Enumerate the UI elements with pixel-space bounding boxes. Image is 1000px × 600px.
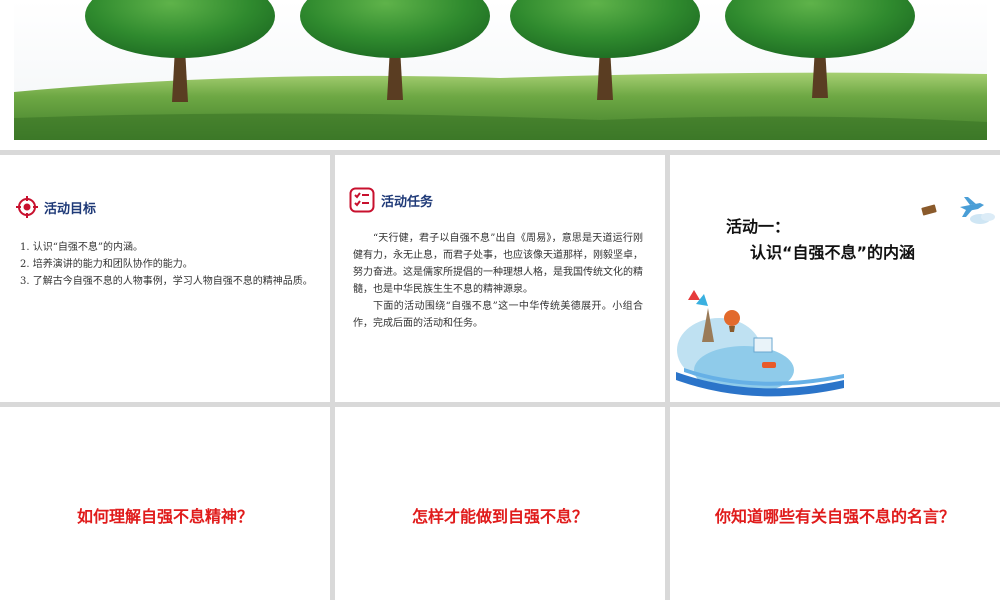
goal-item-3: 3. 了解古今自强不息的人物事例，学习人物自强不息的精神品质。 xyxy=(20,276,313,287)
goals-heading-row: 活动目标 xyxy=(16,196,96,218)
goal-item-2: 2. 培养演讲的能力和团队协作的能力。 xyxy=(20,259,193,270)
airplane-icon xyxy=(921,197,995,224)
question-1-text: 如何理解自强不息精神？ xyxy=(76,507,253,526)
target-icon xyxy=(16,196,38,218)
question-slide-3: 你知道哪些有关自强不息的名言？ xyxy=(670,407,1000,600)
activity-one-slide: 活动一： 认识“自强不息”的内涵 xyxy=(670,155,1000,402)
tasks-heading: 活动任务 xyxy=(381,194,434,210)
tasks-slide: 活动任务 “天行健，君子以自强不息”出自《周易》，意思是天道运行刚健有力，永无止… xyxy=(335,155,665,402)
checklist-icon xyxy=(349,187,375,213)
goal-item-1: 1. 认识“自强不息”的内涵。 xyxy=(20,242,143,253)
question-slide-1: 如何理解自强不息精神？ xyxy=(0,407,330,600)
travel-illustration xyxy=(676,290,844,397)
tasks-paragraph-2: 下面的活动围绕“自强不息”这一中华传统美德展开。小组合作，完成后面的活动和任务。 xyxy=(353,301,643,329)
activity-one-subtitle: 认识“自强不息”的内涵 xyxy=(750,243,916,262)
tasks-heading-row: 活动任务 xyxy=(349,187,433,213)
goals-list: 1. 认识“自强不息”的内涵。 2. 培养演讲的能力和团队协作的能力。 3. 了… xyxy=(20,239,315,290)
tasks-body: “天行健，君子以自强不息”出自《周易》，意思是天道运行刚健有力，永无止息，而君子… xyxy=(353,230,643,332)
tasks-paragraph-1: “天行健，君子以自强不息”出自《周易》，意思是天道运行刚健有力，永无止息，而君子… xyxy=(353,233,643,295)
question-2-text: 怎样才能做到自强不息？ xyxy=(411,507,588,526)
banner-slide xyxy=(0,0,1000,150)
goals-slide: 活动目标 1. 认识“自强不息”的内涵。 2. 培养演讲的能力和团队协作的能力。… xyxy=(0,155,330,402)
goals-heading: 活动目标 xyxy=(44,201,97,217)
activity-one-title: 活动一： xyxy=(726,217,791,236)
trees-on-grass-image xyxy=(14,0,987,140)
question-3-text: 你知道哪些有关自强不息的名言？ xyxy=(714,507,955,526)
question-slide-2: 怎样才能做到自强不息？ xyxy=(335,407,665,600)
